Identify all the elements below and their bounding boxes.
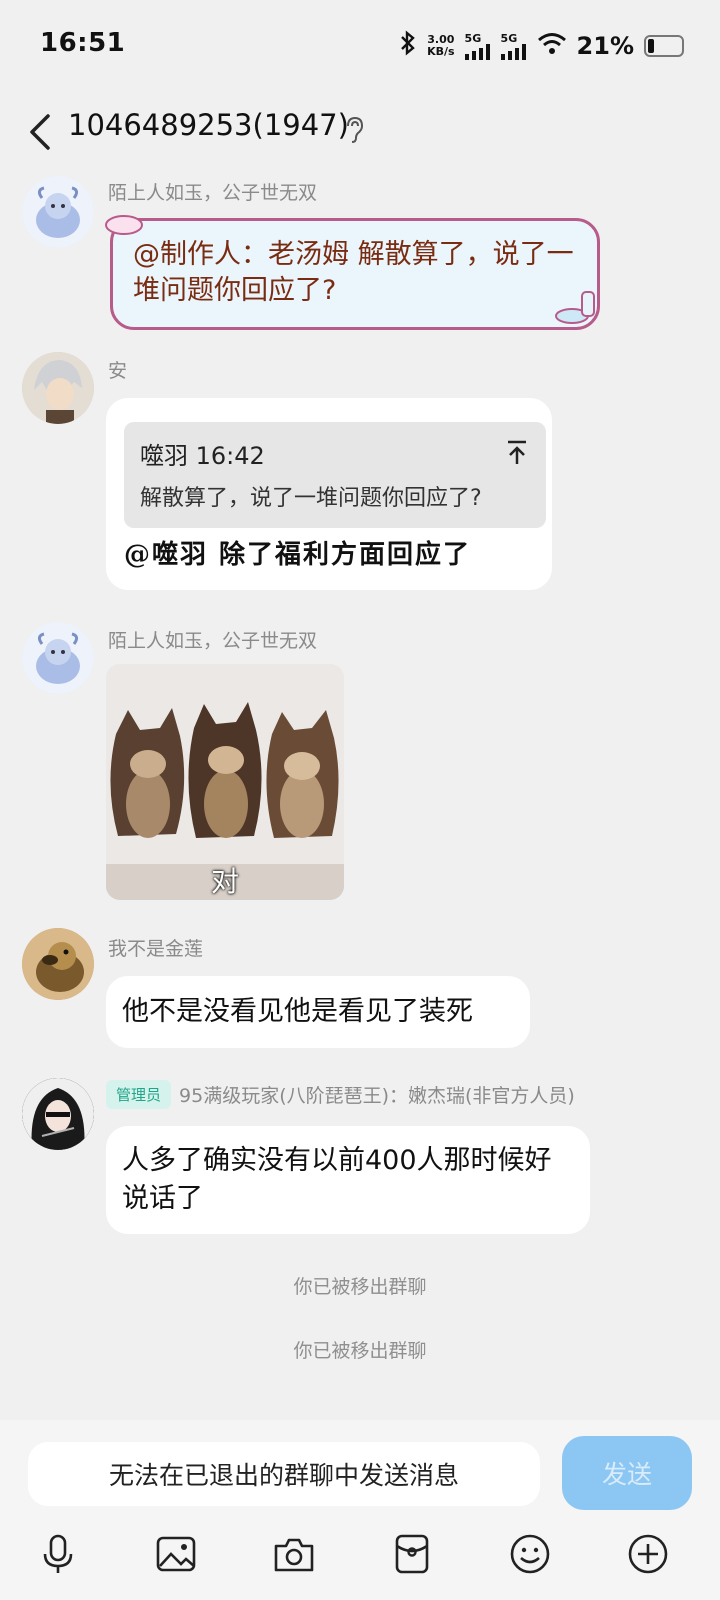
signal-bars-icon	[500, 43, 526, 60]
network-type-2: 5G	[500, 31, 518, 45]
network-speed: 3.00 KB/s	[427, 34, 454, 58]
bubble-decoration-icon	[552, 286, 600, 330]
quote-author-time: 噬羽 16:42	[140, 442, 265, 470]
bluetooth-icon	[399, 30, 417, 62]
image-icon[interactable]	[154, 1532, 198, 1576]
avatar[interactable]	[22, 1078, 94, 1150]
character-avatar-icon	[22, 352, 94, 424]
girl-avatar-icon	[22, 1078, 94, 1150]
send-button[interactable]: 发送	[562, 1436, 692, 1510]
message-text: 人多了确实没有以前400人那时候好说话了	[122, 1145, 552, 1214]
message-text: 他不是没看见他是看见了装死	[122, 996, 473, 1027]
battery-icon	[644, 35, 684, 57]
quote-text: 解散算了，说了一堆问题你回应了?	[140, 486, 482, 511]
bubble-decoration-icon	[104, 212, 144, 242]
sender-name: 95满级玩家(八阶琵琶王)：嫩杰瑞(非官方人员)	[179, 1085, 575, 1107]
avatar[interactable]	[22, 622, 94, 694]
status-icons: 3.00 KB/s 5G 5G 21%	[399, 30, 684, 62]
plus-icon[interactable]	[626, 1532, 670, 1576]
wifi-icon	[537, 31, 567, 61]
signal-2: 5G	[500, 31, 527, 60]
system-notice: 你已被移出群聊	[293, 1276, 427, 1298]
avatar[interactable]	[22, 176, 94, 248]
image-message[interactable]: 对	[106, 664, 344, 900]
sender-name: 陌上人如玉，公子世无双	[108, 182, 318, 204]
sheep-avatar-icon	[22, 622, 94, 694]
speed-unit: KB/s	[427, 45, 455, 58]
chat-title[interactable]: 1046489253(1947)	[68, 108, 349, 142]
message-input[interactable]: 无法在已退出的群聊中发送消息	[28, 1442, 540, 1506]
network-type-1: 5G	[464, 31, 482, 45]
sheep-avatar-icon	[22, 176, 94, 248]
system-notice: 你已被移出群聊	[293, 1340, 427, 1362]
sender-row: 管理员 95满级玩家(八阶琵琶王)：嫩杰瑞(非官方人员)	[106, 1080, 575, 1109]
avatar[interactable]	[22, 928, 94, 1000]
microphone-icon[interactable]	[36, 1532, 80, 1576]
jump-to-quote-icon[interactable]	[506, 440, 528, 466]
message-bubble-special[interactable]: @制作人：老汤姆 解散算了，说了一堆问题你回应了?	[110, 218, 600, 330]
message-text: @制作人：老汤姆 解散算了，说了一堆问题你回应了?	[133, 239, 574, 306]
signal-1: 5G	[464, 31, 491, 60]
red-packet-icon[interactable]	[390, 1532, 434, 1576]
battery-percent: 21%	[576, 32, 634, 60]
sender-name: 陌上人如玉，公子世无双	[108, 630, 318, 652]
sender-name: 安	[108, 360, 128, 382]
avatar[interactable]	[22, 352, 94, 424]
ear-mode-icon[interactable]	[344, 116, 366, 144]
signal-bars-icon	[464, 43, 490, 60]
message-bubble[interactable]: 他不是没看见他是看见了装死	[106, 976, 530, 1048]
camera-icon[interactable]	[272, 1532, 316, 1576]
image-caption: 对	[210, 865, 239, 898]
message-bubble[interactable]: 人多了确实没有以前400人那时候好说话了	[106, 1126, 590, 1234]
status-time: 16:51	[40, 28, 126, 58]
sender-name: 我不是金莲	[108, 938, 204, 960]
message-text: @噬羽 除了福利方面回应了	[124, 540, 472, 570]
emoji-icon[interactable]	[508, 1532, 552, 1576]
back-button[interactable]	[24, 112, 60, 152]
admin-badge: 管理员	[106, 1080, 172, 1109]
duck-avatar-icon	[22, 928, 94, 1000]
chevron-left-icon	[30, 114, 50, 150]
